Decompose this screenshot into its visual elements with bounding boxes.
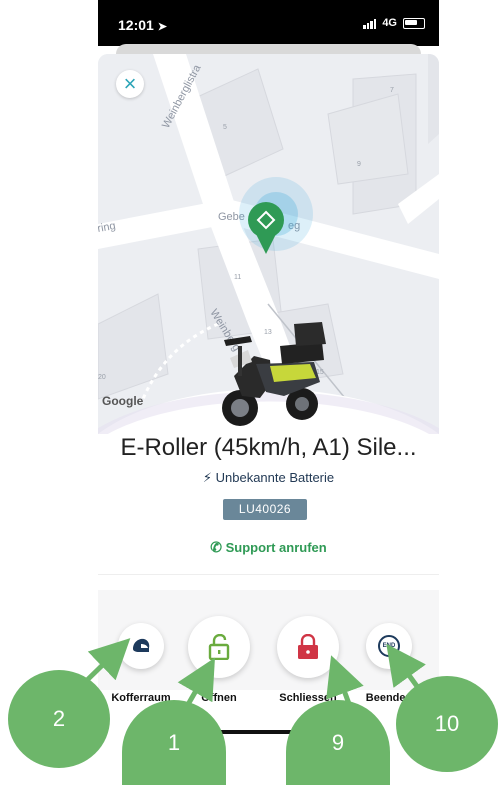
- open-button[interactable]: [188, 616, 250, 678]
- divider: [98, 574, 439, 575]
- close-icon: ×: [123, 71, 137, 96]
- scooter-image: [222, 322, 326, 426]
- house-number: 11: [234, 274, 241, 281]
- lock-button[interactable]: [277, 616, 339, 678]
- status-bar: 12:01 ➤ 4G: [98, 0, 439, 46]
- open-label: Öffnen: [201, 692, 237, 704]
- house-number: 5: [223, 124, 227, 131]
- signal-icon: [363, 18, 377, 29]
- end-icon: END: [378, 635, 400, 657]
- vehicle-title: E-Roller (45km/h, A1) Sile...: [120, 434, 417, 461]
- phone-screen: 12:01 ➤ 4G: [98, 0, 439, 785]
- callout-10: 10: [396, 676, 498, 772]
- battery-icon: [403, 17, 425, 29]
- battery-status: ⚡︎ Unbekannte Batterie: [202, 470, 335, 485]
- house-number: 7: [390, 87, 394, 94]
- status-indicators: 4G: [363, 17, 425, 29]
- license-plate-badge: LU40026: [223, 499, 307, 520]
- support-call-link[interactable]: ✆ Support anrufen: [98, 539, 439, 556]
- trunk-button[interactable]: [118, 623, 164, 669]
- callout-2: 2: [8, 670, 110, 768]
- map-attribution: Google: [102, 394, 144, 408]
- close-button[interactable]: ×: [116, 70, 144, 98]
- status-time: 12:01 ➤: [118, 17, 167, 33]
- house-number: 9: [357, 161, 361, 168]
- lightning-icon: ⚡︎: [202, 470, 212, 485]
- network-label: 4G: [382, 17, 397, 29]
- lock-icon: [298, 634, 318, 659]
- end-ride-button[interactable]: END: [366, 623, 412, 669]
- phone-icon: ✆: [210, 539, 222, 555]
- location-arrow-icon: ➤: [157, 21, 167, 33]
- house-number: 20: [98, 374, 106, 381]
- unlock-icon: [208, 634, 230, 660]
- helmet-icon: [133, 638, 150, 652]
